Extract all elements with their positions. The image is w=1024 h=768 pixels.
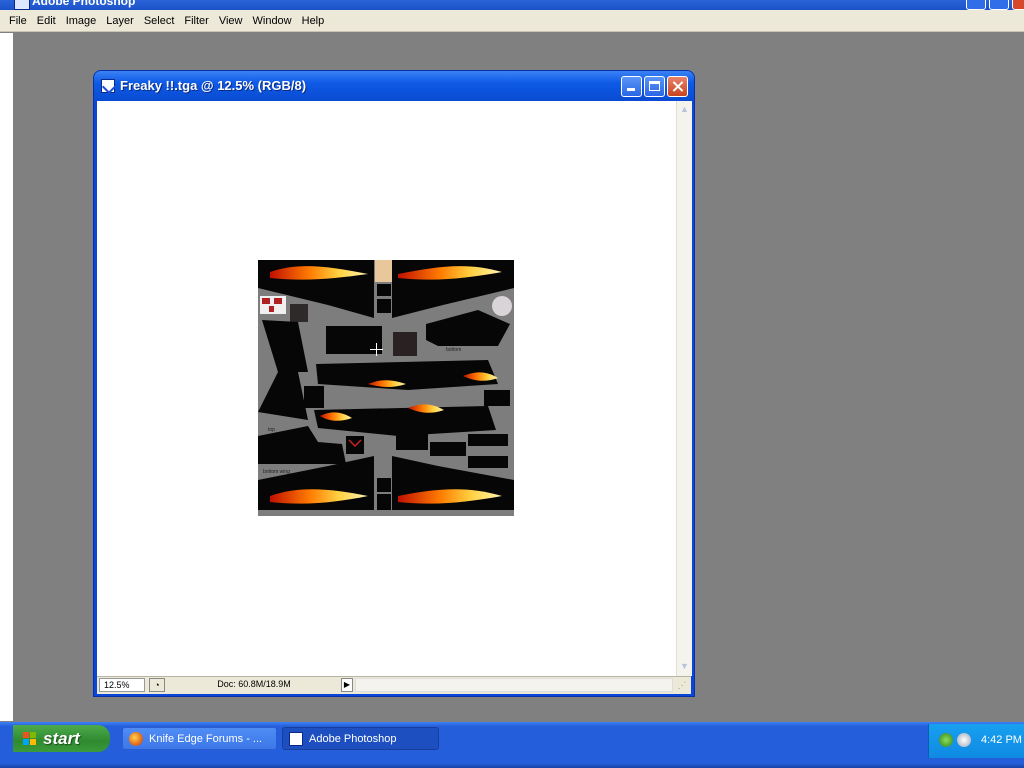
taskbar-item-firefox[interactable]: Knife Edge Forums - ... [122, 727, 277, 750]
texture-artwork [258, 260, 514, 516]
workspace-left-edge [0, 33, 13, 721]
menu-file[interactable]: File [4, 13, 32, 29]
scroll-down-arrow-icon[interactable]: ▼ [677, 659, 692, 674]
windows-flag-icon [23, 732, 36, 745]
taskbar-item-photoshop[interactable]: Adobe Photoshop [282, 727, 439, 750]
crosshair-cursor-v [376, 343, 377, 356]
volume-tray-icon[interactable] [957, 733, 971, 747]
start-button[interactable]: start [13, 725, 110, 752]
firefox-icon [129, 732, 143, 746]
start-label: start [43, 729, 80, 748]
app-title: Adobe Photoshop [32, 0, 136, 8]
menu-select[interactable]: Select [139, 13, 180, 29]
menu-window[interactable]: Window [248, 13, 297, 29]
clock[interactable]: 4:42 PM [981, 734, 1022, 746]
system-tray: 4:42 PM [928, 724, 1024, 758]
menu-filter[interactable]: Filter [179, 13, 213, 29]
texture-label-bottom: bottom [446, 347, 462, 353]
menu-edit[interactable]: Edit [32, 13, 61, 29]
document-size-info: Doc: 60.8M/18.9M [217, 679, 291, 689]
horizontal-scrollbar[interactable] [355, 678, 673, 692]
photoshop-document-icon [101, 79, 115, 93]
menu-view[interactable]: View [214, 13, 248, 29]
photoshop-icon [289, 732, 303, 746]
menu-image[interactable]: Image [61, 13, 102, 29]
scroll-up-arrow-icon[interactable]: ▲ [677, 102, 692, 117]
app-minimize-button[interactable] [966, 0, 986, 10]
document-minimize-button[interactable] [621, 76, 642, 97]
app-maximize-button[interactable] [989, 0, 1009, 10]
document-titlebar[interactable]: Freaky !!.tga @ 12.5% (RGB/8) [94, 71, 694, 101]
document-maximize-button[interactable] [644, 76, 665, 97]
menu-help[interactable]: Help [297, 13, 330, 29]
document-title: Freaky !!.tga @ 12.5% (RGB/8) [120, 78, 307, 93]
app-close-button[interactable] [1012, 0, 1024, 10]
taskbar-item-label: Knife Edge Forums - ... [149, 733, 263, 745]
resize-grip-icon[interactable]: ⋰ [675, 678, 689, 692]
document-close-button[interactable] [667, 76, 688, 97]
document-window: Freaky !!.tga @ 12.5% (RGB/8) bottom top… [94, 71, 694, 696]
texture-label-bottom-wing: bottom wing [263, 469, 290, 475]
zoom-level-field[interactable]: 12.5% [99, 678, 145, 692]
document-statusbar: 12.5% ◔ Doc: 60.8M/18.9M ▶ ⋰ [97, 676, 691, 694]
app-titlebar[interactable]: Adobe Photoshop [0, 0, 1024, 10]
photoshop-app-icon [14, 0, 30, 10]
document-canvas[interactable]: bottom top bottom wing [97, 101, 676, 676]
menu-bar: File Edit Image Layer Select Filter View… [0, 10, 1024, 32]
taskbar: start Knife Edge Forums - ... Adobe Phot… [0, 722, 1024, 768]
zoom-options-icon[interactable]: ◔ [149, 678, 165, 692]
texture-label-top: top [268, 427, 275, 433]
status-menu-arrow-icon[interactable]: ▶ [341, 678, 353, 692]
network-tray-icon[interactable] [939, 733, 953, 747]
texture-image: bottom top bottom wing [258, 260, 514, 516]
vertical-scrollbar[interactable]: ▲ ▼ [676, 101, 692, 676]
taskbar-item-label: Adobe Photoshop [309, 733, 397, 745]
menu-layer[interactable]: Layer [101, 13, 139, 29]
